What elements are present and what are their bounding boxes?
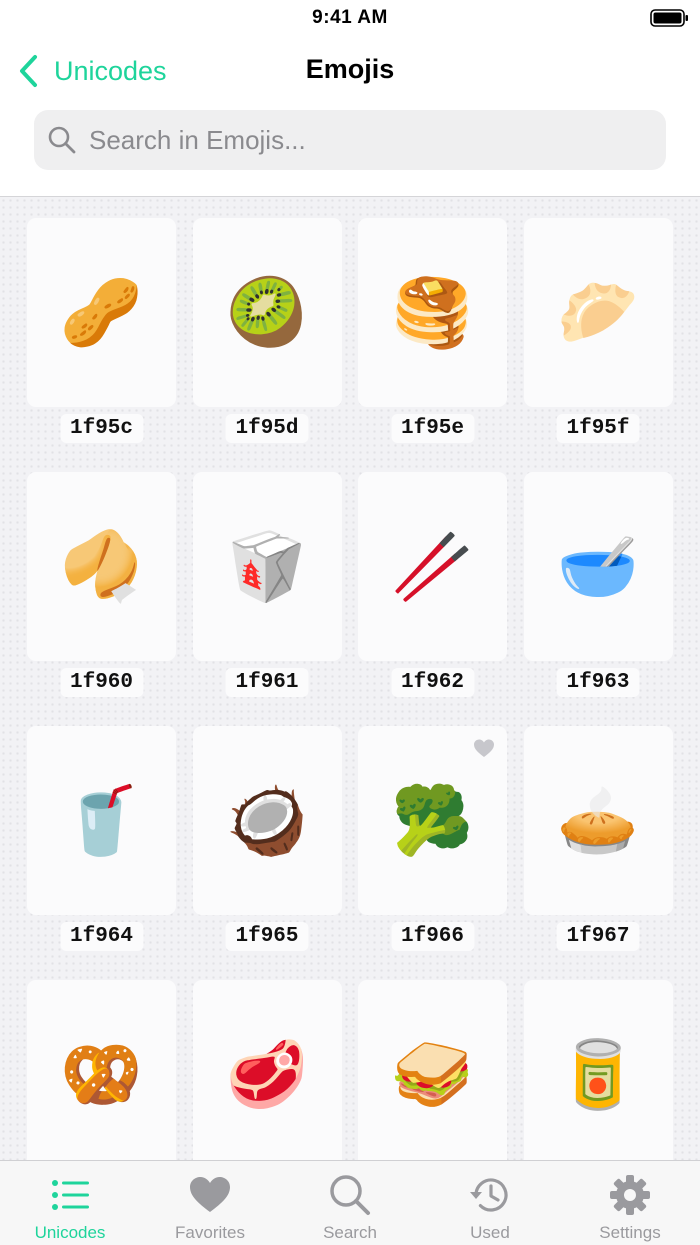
emoji-cell[interactable]: 🥥 1f965 (192, 726, 342, 980)
emoji-glyph: 🥟 (556, 273, 640, 351)
emoji-card[interactable]: 🥫 (523, 980, 673, 1160)
emoji-card[interactable]: 🥤 (27, 726, 176, 915)
tab-settings[interactable]: Settings (560, 1161, 700, 1245)
history-icon (470, 1178, 508, 1212)
favorite-heart-icon[interactable] (473, 738, 495, 758)
emoji-cell[interactable]: 🥡 1f961 (192, 472, 342, 726)
emoji-cell[interactable]: 🥧 1f967 (523, 726, 673, 980)
emoji-code-label: 1f963 (556, 668, 640, 697)
emoji-card[interactable]: 🥨 (27, 980, 176, 1160)
emoji-code-label: 1f961 (225, 668, 309, 697)
page-title: Emojis (305, 54, 395, 84)
emoji-card[interactable]: 🥢 (358, 472, 507, 661)
emoji-cell[interactable]: 🥠 1f960 (27, 472, 176, 726)
heart-icon (190, 1177, 230, 1212)
emoji-glyph: 🥩 (225, 1035, 309, 1113)
search-bar[interactable] (34, 110, 666, 170)
tab-label: Settings (599, 1223, 661, 1242)
tab-search[interactable]: Search (280, 1161, 420, 1245)
emoji-code-label: 1f95c (59, 414, 144, 443)
emoji-card[interactable]: 🥧 (523, 726, 673, 915)
emoji-cell[interactable]: 🥞 1f95e (358, 218, 507, 472)
tab-unicodes[interactable]: Unicodes (0, 1161, 140, 1245)
emoji-glyph: 🥧 (556, 781, 640, 859)
gear-icon (610, 1175, 650, 1215)
search-icon (330, 1175, 370, 1215)
emoji-cell[interactable]: 🥦 1f966 (358, 726, 507, 980)
tab-label: Unicodes (34, 1223, 106, 1242)
emoji-cell[interactable]: 🥝 1f95d (192, 218, 342, 472)
emoji-code-label: 1f95d (225, 414, 309, 443)
list-icon (52, 1180, 89, 1210)
emoji-card[interactable]: 🥜 (27, 218, 176, 407)
emoji-card[interactable]: 🥠 (27, 472, 176, 661)
tab-favorites[interactable]: Favorites (140, 1161, 280, 1245)
emoji-card[interactable]: 🥩 (192, 980, 342, 1160)
emoji-glyph: 🥣 (556, 527, 640, 605)
status-bar: 9:41 AM (0, 0, 700, 36)
emoji-card[interactable]: 🥥 (192, 726, 342, 915)
emoji-cell[interactable]: 🥢 1f962 (358, 472, 507, 726)
search-icon (48, 126, 76, 154)
emoji-code-label: 1f967 (556, 922, 640, 951)
emoji-cell[interactable]: 🥜 1f95c (27, 218, 176, 472)
emoji-card[interactable]: 🥟 (523, 218, 673, 407)
emoji-code-label: 1f95e (390, 414, 475, 443)
emoji-cell[interactable]: 🥪 (358, 980, 507, 1160)
emoji-grid-area[interactable]: 🥜 1f95c 🥝 1f95d 🥞 1f95e 🥟 1f95f 🥠 1f960 🥡 1f961 🥢 1f9… (0, 197, 700, 1160)
emoji-card[interactable]: 🥪 (358, 980, 507, 1160)
emoji-glyph: 🥢 (391, 527, 474, 605)
emoji-glyph: 🥨 (60, 1035, 143, 1113)
emoji-cell[interactable]: 🥟 1f95f (523, 218, 673, 472)
emoji-glyph: 🥞 (391, 273, 474, 351)
tab-label: Favorites (175, 1223, 245, 1242)
emoji-code-label: 1f962 (390, 668, 475, 697)
emoji-glyph: 🥦 (391, 781, 474, 859)
emoji-code-label: 1f965 (225, 922, 309, 951)
emoji-glyph: 🥪 (391, 1035, 474, 1113)
status-time: 9:41 AM (312, 7, 388, 28)
emoji-cell[interactable]: 🥨 (27, 980, 176, 1160)
emoji-card[interactable]: 🥝 (192, 218, 342, 407)
emoji-glyph: 🥫 (556, 1035, 640, 1113)
emoji-code-label: 1f964 (59, 922, 144, 951)
tab-used[interactable]: Used (420, 1161, 560, 1245)
emoji-card[interactable]: 🥡 (192, 472, 342, 661)
tab-label: Used (470, 1223, 510, 1242)
battery-icon (650, 8, 690, 28)
tab-label: Search (323, 1223, 377, 1242)
emoji-grid: 🥜 1f95c 🥝 1f95d 🥞 1f95e 🥟 1f95f 🥠 1f960 🥡 1f961 🥢 1f9… (27, 218, 687, 1160)
emoji-glyph: 🥝 (225, 273, 309, 351)
emoji-cell[interactable]: 🥤 1f964 (27, 726, 176, 980)
emoji-cell[interactable]: 🥣 1f963 (523, 472, 673, 726)
emoji-card[interactable]: 🥞 (358, 218, 507, 407)
search-input[interactable] (87, 123, 651, 157)
emoji-code-label: 1f95f (556, 414, 640, 443)
emoji-glyph: 🥥 (225, 781, 309, 859)
emoji-card[interactable]: 🥦 (358, 726, 507, 915)
emoji-glyph: 🥜 (60, 273, 143, 351)
emoji-card[interactable]: 🥣 (523, 472, 673, 661)
navigation-bar: Unicodes Emojis (0, 36, 700, 106)
emoji-cell[interactable]: 🥩 (192, 980, 342, 1160)
tab-bar: Unicodes Favorites Search Used Settings (0, 1160, 700, 1245)
emoji-code-label: 1f966 (390, 922, 475, 951)
emoji-glyph: 🥡 (225, 527, 309, 605)
emoji-glyph: 🥠 (60, 527, 143, 605)
emoji-glyph: 🥤 (60, 781, 143, 859)
emoji-code-label: 1f960 (59, 668, 144, 697)
emoji-cell[interactable]: 🥫 (523, 980, 673, 1160)
